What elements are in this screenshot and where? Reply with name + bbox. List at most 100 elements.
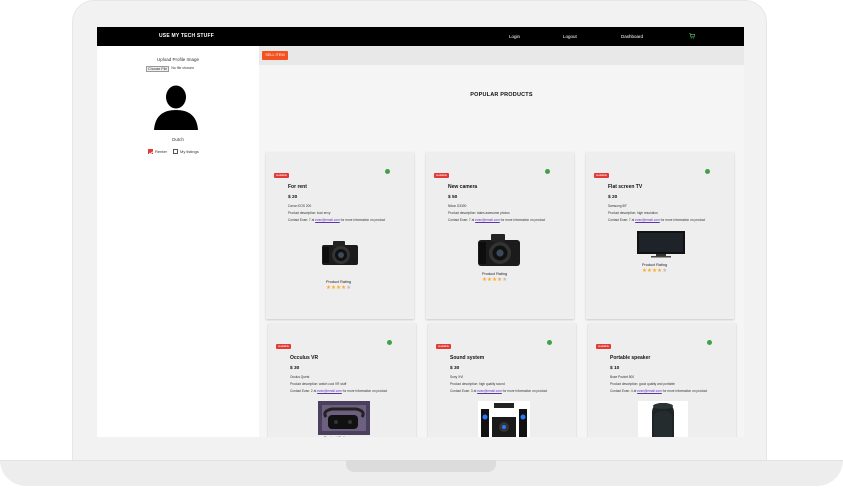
product-price: $ 20 [608,195,618,200]
star-icon[interactable]: ★ [346,285,351,291]
contact-email-link[interactable]: evan@email.com [637,389,662,393]
top-navbar: USE MY TECH STUFF Login Logout Dashboard [97,27,744,46]
product-title[interactable]: Portable speaker [610,355,650,361]
rating-label: Product Rating [324,436,349,437]
product-image[interactable] [478,401,530,437]
product-image[interactable] [320,239,360,272]
file-upload: Choose File No file chosen [146,66,194,72]
checkbox-label: My listings [180,149,199,154]
star-rating[interactable]: ★★★★★ [642,268,667,274]
contact-suffix: for more information on product [501,389,548,393]
brand-logo[interactable]: USE MY TECH STUFF [159,33,214,39]
contact-suffix: for more information on product [339,218,386,222]
contact-email-link[interactable]: evan@email.com [475,218,500,222]
main-content: SELL ITEM POPULAR PRODUCTS available For … [259,46,744,437]
logout-link[interactable]: Logout [563,34,577,39]
laptop-notch [346,460,496,472]
star-rating[interactable]: ★★★★★ [482,277,507,283]
star-icon[interactable]: ★ [502,277,507,283]
contact-email-link[interactable]: evan@email.com [635,218,660,222]
product-description: Product description: high resolution [608,211,658,215]
rating-label: Product Rating [482,272,508,276]
product-title[interactable]: For rent [288,184,307,190]
checkbox-unchecked-icon[interactable] [173,149,179,155]
contact-suffix: for more information on product [661,389,708,393]
contact-prefix: Contact Evan: 7 at [288,218,316,222]
status-dot-icon [545,169,550,174]
product-title[interactable]: Sound system [450,355,484,361]
availability-badge: available [594,173,610,178]
status-dot-icon [385,169,390,174]
status-dot-icon [705,169,710,174]
contact-prefix: Contact Evan: 4 at [610,389,638,393]
upload-profile-label: Upload Profile Image [156,57,200,62]
product-contact: Contact Evan: 7 at evan@email.com for mo… [288,218,385,222]
laptop-frame: USE MY TECH STUFF Login Logout Dashboard… [0,0,843,489]
product-price: $ 10 [610,366,620,371]
file-status: No file chosen [171,66,194,70]
product-description: Product description: kool envy [288,211,331,215]
contact-prefix: Contact Evan: 7 at [608,218,636,222]
choose-file-button[interactable]: Choose File [146,66,170,72]
product-image[interactable] [638,401,688,437]
page-title: POPULAR PRODUCTS [470,92,533,98]
checkbox-checked-icon[interactable] [148,149,153,155]
product-model: Canon EOS 200 [288,204,312,208]
contact-prefix: Contact Evan: 7 at [448,218,476,222]
status-dot-icon [707,340,712,345]
product-title[interactable]: Flat screen TV [608,184,642,190]
product-card[interactable]: available For rent $ 20 Canon EOS 200 Produc… [266,152,414,319]
star-rating[interactable]: ★★★★★ [326,285,351,291]
contact-suffix: for more information on product [499,218,546,222]
cart-icon[interactable] [689,33,695,39]
rating-label: Product Rating [326,280,352,284]
contact-suffix: for more information on product [659,218,706,222]
username: Dutch [172,137,184,142]
product-card[interactable]: available Flat screen TV $ 20 Samsung 55" Pr… [586,152,734,319]
availability-badge: available [434,173,450,178]
product-description: Product description: takes awesome photo… [448,211,510,215]
product-contact: Contact Evan: 4 at evan@email.com for mo… [610,389,707,393]
sell-item-button[interactable]: SELL ITEM [262,51,288,60]
product-card[interactable]: available New camera $ 50 Nikon D3300 Produc… [426,152,574,319]
contact-email-link[interactable]: evan@email.com [477,389,502,393]
product-description: Product description: high quality sound [450,382,505,386]
action-strip: SELL ITEM [259,46,744,65]
product-card[interactable]: available Occulus VR $ 30 Oculus Quest Produ… [268,323,416,437]
renter-checkbox[interactable]: Renter [148,149,168,155]
product-image[interactable] [318,401,370,437]
product-price: $ 30 [450,366,460,371]
product-model: Samsung 55" [608,204,628,208]
product-model: Nikon D3300 [448,204,467,208]
rating-label: Product Rating [642,263,668,267]
product-price: $ 30 [290,366,300,371]
product-title[interactable]: Occulus VR [290,355,318,361]
contact-suffix: for more information on product [341,389,388,393]
screen: USE MY TECH STUFF Login Logout Dashboard… [97,27,744,437]
product-description: Product description: good quality and po… [610,382,675,386]
product-contact: Contact Evan: 7 at evan@email.com for mo… [448,218,545,222]
product-image[interactable] [636,230,686,263]
contact-email-link[interactable]: evan@email.com [315,218,340,222]
availability-badge: available [274,173,290,178]
product-price: $ 50 [448,195,458,200]
avatar-icon [154,85,198,130]
availability-badge: available [596,344,612,349]
product-card[interactable]: available Portable speaker $ 10 Bose Pocket… [588,323,736,437]
dashboard-link[interactable]: Dashboard [621,34,643,39]
product-model: Sony XVI [450,375,464,379]
star-icon[interactable]: ★ [662,268,667,274]
product-image[interactable] [476,232,522,273]
checkbox-label: Renter [155,149,168,154]
product-card[interactable]: available Sound system $ 30 Sony XVI Product… [428,323,576,437]
product-contact: Contact Evan: 7 at evan@email.com for mo… [608,218,705,222]
login-link[interactable]: Login [509,34,520,39]
role-checkboxes: Renter My listings [148,149,199,155]
product-price: $ 20 [288,195,298,200]
product-contact: Contact Evan: 3 at evan@email.com for mo… [450,389,547,393]
my-listings-checkbox[interactable]: My listings [173,149,199,155]
contact-email-link[interactable]: evan@email.com [317,389,342,393]
product-title[interactable]: New camera [448,184,477,190]
contact-prefix: Contact Evan: 2 at [290,389,318,393]
product-model: Oculus Quest [290,375,310,379]
